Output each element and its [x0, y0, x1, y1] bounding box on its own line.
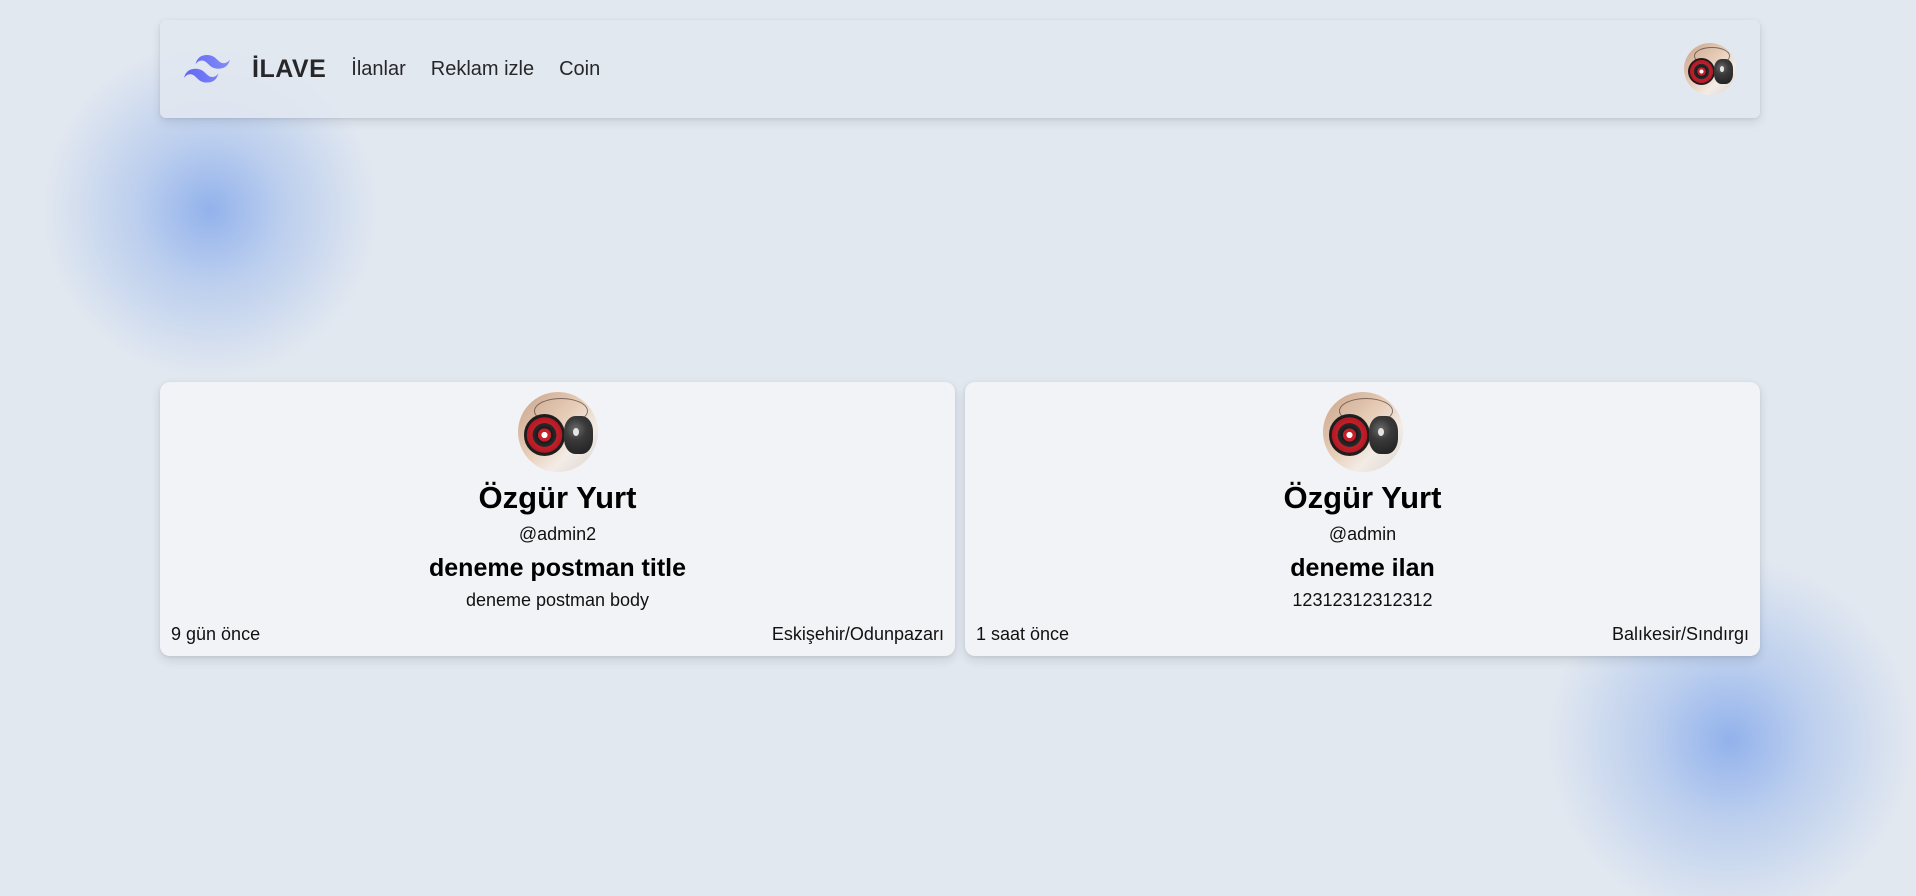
page: İLAVE İlanlar Reklam izle Coin Özgür Yur… [0, 0, 1916, 896]
avatar-photo-button [572, 427, 579, 436]
listing-time-ago: 9 gün önce [171, 624, 261, 644]
listing-author-username: @admin [1328, 524, 1397, 544]
nav-links: İlanlar Reklam izle Coin [351, 58, 625, 81]
listing-title: deneme postman title [429, 554, 686, 582]
listing-location: Eskişehir/Odunpazarı [771, 624, 944, 644]
avatar-photo-controller [1714, 58, 1733, 84]
nav-link-reklam-izle[interactable]: Reklam izle [431, 58, 534, 81]
listing-author-username: @admin2 [518, 524, 597, 544]
listing-author-avatar[interactable] [1322, 392, 1403, 472]
listing-time-ago: 1 saat önce [976, 624, 1070, 644]
listing-author-avatar[interactable] [517, 392, 598, 472]
listing-body: deneme postman body [465, 590, 650, 610]
brand-name: İLAVE [252, 54, 327, 83]
listing-location: Balıkesir/Sındırgı [1611, 624, 1749, 644]
listing-card[interactable]: Özgür Yurt @admin deneme ilan 1231231231… [965, 382, 1760, 656]
listing-author-name: Özgür Yurt [478, 480, 637, 515]
avatar-photo-wheel [1688, 57, 1716, 85]
listing-author-name: Özgür Yurt [1283, 480, 1442, 515]
brand-home-link[interactable]: İLAVE [184, 54, 326, 84]
listing-footer: 9 gün önce Eskişehir/Odunpazarı [171, 623, 944, 645]
listings-grid: Özgür Yurt @admin2 deneme postman title … [160, 382, 1760, 656]
author-avatar-photo [517, 392, 598, 472]
avatar-photo-wheel [523, 414, 566, 456]
avatar-photo-button [1377, 427, 1384, 436]
avatar-photo-wheel [1328, 414, 1371, 456]
listing-card[interactable]: Özgür Yurt @admin2 deneme postman title … [160, 382, 955, 656]
user-avatar-photo [1684, 43, 1736, 95]
avatar-photo-controller [1368, 416, 1398, 455]
nav-link-ilanlar[interactable]: İlanlar [351, 58, 405, 81]
user-avatar-button[interactable] [1684, 43, 1736, 95]
avatar-photo-button [1719, 66, 1724, 72]
listing-title: deneme ilan [1290, 554, 1435, 582]
avatar-photo-controller [563, 416, 593, 455]
listing-footer: 1 saat önce Balıkesir/Sındırgı [976, 623, 1749, 645]
author-avatar-photo [1322, 392, 1403, 472]
top-navbar: İLAVE İlanlar Reklam izle Coin [160, 20, 1760, 118]
nav-link-coin[interactable]: Coin [559, 58, 600, 81]
tailwind-wave-logo-icon [184, 54, 230, 83]
listing-body: 12312312312312 [1292, 590, 1433, 610]
